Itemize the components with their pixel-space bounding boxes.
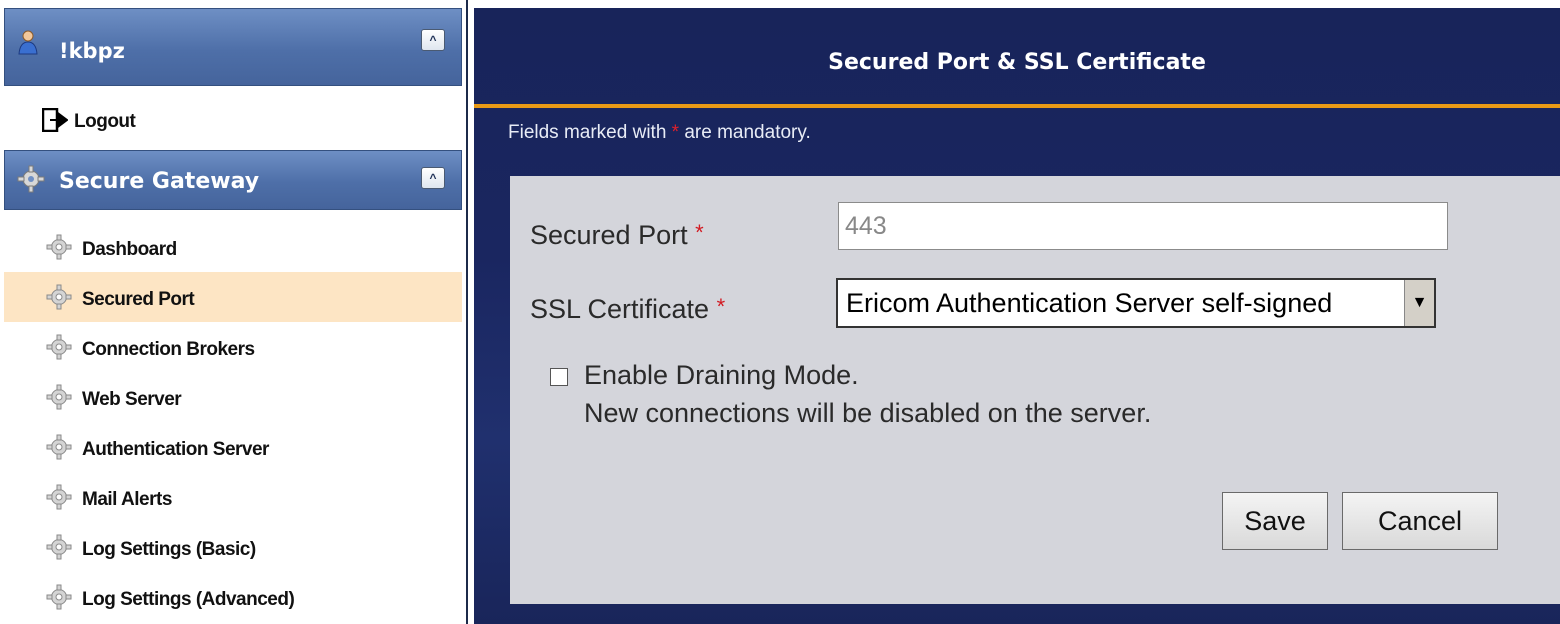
- collapse-section-button[interactable]: ^: [421, 167, 445, 189]
- sidebar-item-label: Mail Alerts: [82, 489, 172, 510]
- required-star: *: [716, 294, 726, 319]
- secured-port-label-text: Secured Port: [530, 220, 688, 250]
- sidebar-item-connection-brokers[interactable]: Connection Brokers: [4, 322, 462, 372]
- mandatory-note-text-end: are mandatory.: [679, 122, 811, 143]
- gear-icon: [46, 284, 72, 315]
- sidebar-item-log-settings-basic[interactable]: Log Settings (Basic): [4, 522, 462, 572]
- ssl-certificate-value: Ericom Authentication Server self-signed: [846, 288, 1333, 318]
- sidebar: !kbpz ^ Logout Secure Gateway ^ Dashboar…: [0, 0, 468, 624]
- ssl-certificate-label: SSL Certificate *: [530, 294, 725, 325]
- ssl-certificate-label-text: SSL Certificate: [530, 294, 710, 324]
- cancel-button[interactable]: Cancel: [1342, 492, 1498, 550]
- secured-port-input[interactable]: [838, 202, 1448, 250]
- section-title: Secure Gateway: [59, 169, 260, 194]
- user-header[interactable]: !kbpz ^: [4, 8, 462, 86]
- gear-icon: [46, 484, 72, 515]
- draining-mode-checkbox[interactable]: [550, 368, 568, 386]
- gear-icon: [46, 334, 72, 365]
- logout-label: Logout: [74, 111, 136, 132]
- gear-icon: [46, 534, 72, 565]
- nav-list: Dashboard Secured Port Connection Broker…: [4, 222, 462, 622]
- sidebar-item-label: Authentication Server: [82, 439, 269, 460]
- mandatory-note: Fields marked with * are mandatory.: [508, 122, 811, 144]
- gear-icon: [46, 234, 72, 265]
- gear-icon: [46, 434, 72, 465]
- secure-gateway-header[interactable]: Secure Gateway ^: [4, 150, 462, 210]
- dropdown-arrow-icon[interactable]: ▼: [1404, 280, 1434, 326]
- sidebar-item-secured-port[interactable]: Secured Port: [4, 272, 462, 322]
- sidebar-item-label: Web Server: [82, 389, 182, 410]
- settings-form: Secured Port * SSL Certificate * Ericom …: [510, 176, 1560, 604]
- sidebar-item-label: Connection Brokers: [82, 339, 255, 360]
- secured-port-label: Secured Port *: [530, 220, 704, 251]
- user-icon: [17, 29, 43, 60]
- sidebar-item-label: Secured Port: [82, 289, 195, 310]
- collapse-user-button[interactable]: ^: [421, 29, 445, 51]
- logout-icon: [41, 107, 69, 137]
- page-title: Secured Port & SSL Certificate: [828, 50, 1206, 75]
- sidebar-item-dashboard[interactable]: Dashboard: [4, 222, 462, 272]
- gear-icon: [46, 584, 72, 615]
- required-star: *: [695, 220, 704, 245]
- draining-mode-note: New connections will be disabled on the …: [584, 398, 1152, 428]
- logout-link[interactable]: Logout: [4, 86, 462, 150]
- sidebar-item-log-settings-advanced[interactable]: Log Settings (Advanced): [4, 572, 462, 622]
- user-name: !kbpz: [59, 39, 125, 63]
- sidebar-item-label: Log Settings (Basic): [82, 539, 256, 560]
- sidebar-item-web-server[interactable]: Web Server: [4, 372, 462, 422]
- save-button[interactable]: Save: [1222, 492, 1328, 550]
- draining-mode-label: Enable Draining Mode.: [584, 360, 859, 390]
- mandatory-note-text: Fields marked with: [508, 122, 672, 143]
- gear-icon: [17, 165, 45, 198]
- sidebar-item-authentication-server[interactable]: Authentication Server: [4, 422, 462, 472]
- main-panel: Secured Port & SSL Certificate Fields ma…: [474, 8, 1560, 624]
- sidebar-item-label: Dashboard: [82, 239, 177, 260]
- ssl-certificate-select[interactable]: Ericom Authentication Server self-signed…: [836, 278, 1436, 328]
- gear-icon: [46, 384, 72, 415]
- required-star: *: [671, 122, 680, 143]
- sidebar-item-label: Log Settings (Advanced): [82, 589, 295, 610]
- title-bar: Secured Port & SSL Certificate: [474, 8, 1560, 108]
- sidebar-item-mail-alerts[interactable]: Mail Alerts: [4, 472, 462, 522]
